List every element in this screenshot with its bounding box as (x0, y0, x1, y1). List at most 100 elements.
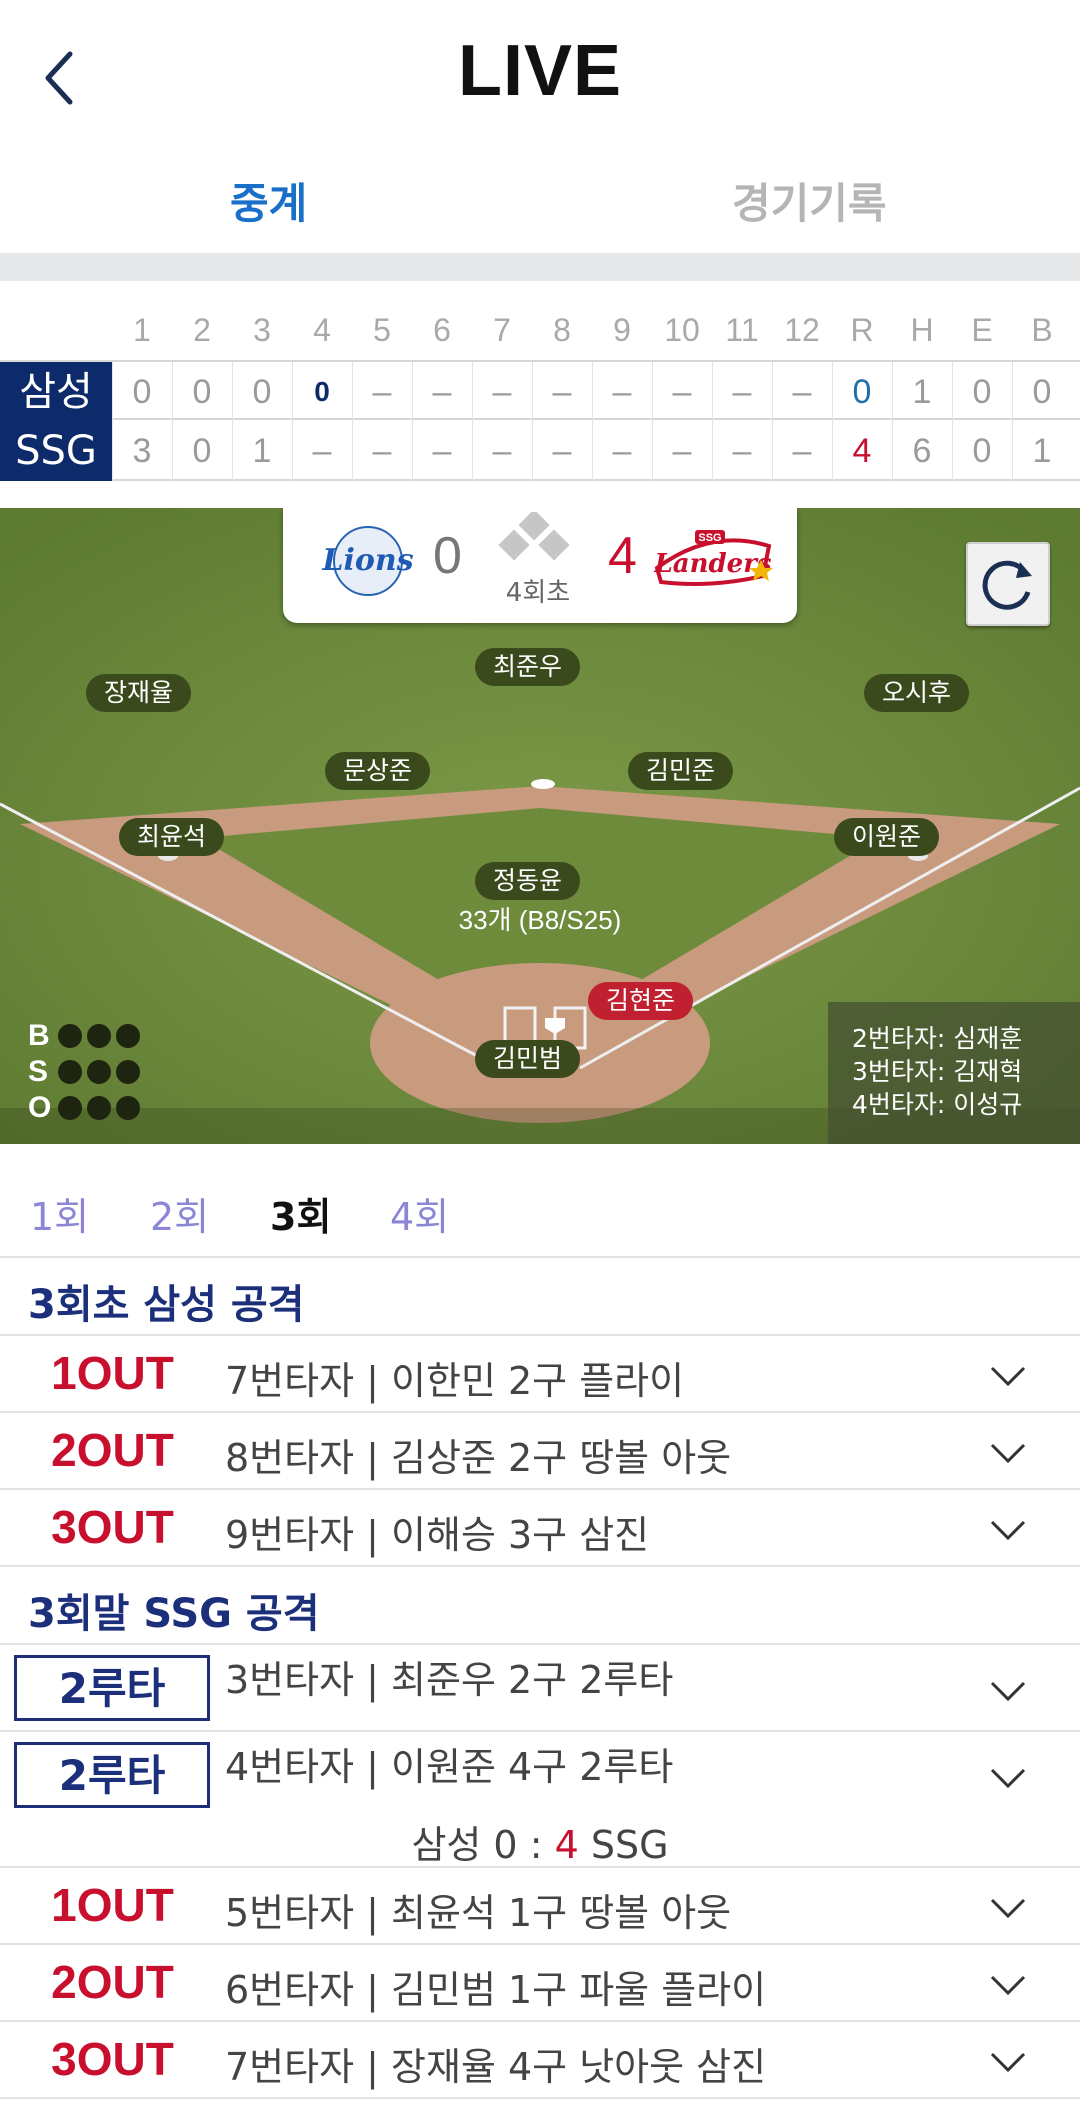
play-row[interactable]: 2OUT 8번타자 | 김상준 2구 땅볼 아웃 (0, 1413, 1080, 1490)
fielder-shortstop: 문상준 (325, 752, 431, 790)
scoreboard-cell: 0 (972, 432, 992, 470)
play-row[interactable]: 2루타 4번타자 | 이원준 4구 2루타 삼성 0 : 4 SSG (0, 1732, 1080, 1868)
play-row[interactable]: 3OUT 9번타자 | 이해승 3구 삼진 (0, 1490, 1080, 1567)
bso-counter: B S O (28, 1018, 168, 1126)
lions-logo-icon: Lions (321, 526, 414, 596)
svg-text:SSG: SSG (698, 532, 721, 544)
scoreboard-cell: 1 (912, 373, 932, 411)
scoreboard-column-header: 2 (193, 312, 211, 348)
scoreboard-column-header: 6 (433, 312, 451, 348)
pitch-count: 33개 (B8/S25) (458, 905, 622, 935)
scoreboard-column-header: 7 (493, 312, 511, 348)
chevron-down-icon[interactable] (988, 1439, 1028, 1467)
scoreboard-cell: 0 (192, 432, 212, 470)
scoreboard-cell: – (492, 373, 512, 411)
scoreboard-cell: 0 (192, 373, 212, 411)
header: LIVE (0, 0, 1080, 155)
fielder-right: 오시후 (864, 674, 970, 712)
away-team-label: 삼성 (0, 362, 112, 422)
inning-tab-4[interactable]: 4회 (390, 1186, 449, 1241)
section-header-bottom: 3회말 SSG 공격 (0, 1567, 1080, 1645)
scoreboard-cell: 0 (314, 376, 330, 407)
scoreboard-column-header: 1 (133, 312, 151, 348)
scoreboard-cell: – (372, 373, 392, 411)
pitcher: 정동윤 (475, 862, 581, 900)
next-batter: 4번타자: 이성규 (852, 1090, 1023, 1119)
play-row[interactable]: 2루타 3번타자 | 최준우 2구 2루타 (0, 1645, 1080, 1732)
inning-tabs: 1회 2회 3회 4회 (0, 1180, 1080, 1258)
strike-count: S (28, 1054, 168, 1090)
scoreboard-column-header: 5 (373, 312, 391, 348)
scoreboard-column-header: 10 (664, 312, 700, 348)
scoreboard-column-header: B (1031, 312, 1053, 348)
scoreboard-cell: 1 (1032, 432, 1052, 470)
scoreboard-cell: 0 (132, 373, 152, 411)
page-title: LIVE (457, 31, 623, 111)
scoreboard-cell: – (552, 432, 572, 470)
scoreboard-cell: 4 (852, 432, 872, 470)
scoreboard-cell: – (432, 373, 452, 411)
scoreboard-home-row: SSG 3 0 1 – – – – – – – – – 4 6 0 1 (0, 421, 1080, 481)
scoreboard-cell: 6 (912, 432, 932, 470)
ball-count: B (28, 1018, 168, 1054)
scoreboard-away-row: 삼성 0 0 0 0 – – – – – – – – 0 1 0 0 (0, 360, 1080, 422)
fielder-center: 최준우 (475, 648, 581, 686)
fielder-left: 장재율 (86, 674, 192, 712)
score-card: Lions 0 4회초 4 SSG Landers (283, 508, 797, 623)
scoreboard-cell: 0 (252, 373, 272, 411)
next-batters-panel: 2번타자: 심재훈 3번타자: 김재혁 4번타자: 이성규 (828, 1002, 1080, 1144)
play-row[interactable]: 1OUT 7번타자 | 이한민 2구 플라이 (0, 1336, 1080, 1413)
inning-tab-2[interactable]: 2회 (150, 1186, 209, 1241)
chevron-down-icon[interactable] (988, 1894, 1028, 1922)
tab-broadcast[interactable]: 중계 (230, 170, 307, 231)
baseball-field: Lions 0 4회초 4 SSG Landers 장재율 최준우 오시후 문상… (0, 508, 1080, 1144)
divider (0, 253, 1080, 281)
current-inning: 4회초 (505, 578, 571, 608)
scoreboard-cell: 3 (132, 432, 152, 470)
scoreboard-cell: – (732, 373, 752, 411)
scoreboard-column-header: H (910, 312, 934, 348)
scoreboard-cell: 0 (1032, 373, 1052, 411)
out-count: O (28, 1090, 168, 1126)
scoreboard-cell: – (552, 373, 572, 411)
tab-game-record[interactable]: 경기기록 (732, 170, 887, 231)
scoreboard-cell: – (672, 373, 692, 411)
scoreboard-column-header: 9 (613, 312, 631, 348)
scoreboard-cell: 1 (252, 432, 272, 470)
svg-text:Lions: Lions (321, 543, 413, 578)
refresh-button[interactable] (966, 542, 1050, 626)
current-batter: 김현준 (588, 982, 694, 1020)
chevron-down-icon[interactable] (988, 1971, 1028, 1999)
scoreboard-column-header: 12 (784, 312, 820, 348)
fielder-third-base: 최윤석 (119, 818, 225, 856)
play-row[interactable]: 2OUT 6번타자 | 김민범 1구 파울 플라이 (0, 1945, 1080, 2022)
scoreboard-cell: – (432, 432, 452, 470)
catcher: 김민범 (475, 1040, 581, 1078)
chevron-down-icon[interactable] (988, 1362, 1028, 1390)
inning-tab-3[interactable]: 3회 (270, 1186, 331, 1241)
scoreboard-cell: – (792, 373, 812, 411)
scoreboard-column-header: 3 (253, 312, 271, 348)
home-team-label: SSG (0, 421, 112, 481)
chevron-down-icon[interactable] (988, 1764, 1028, 1792)
scoreboard-cell: – (492, 432, 512, 470)
tab-bar: 중계 경기기록 (0, 160, 1080, 250)
svg-text:Landers: Landers (653, 549, 771, 579)
scoreboard-cell: – (312, 432, 332, 470)
scoreboard-cell: – (612, 373, 632, 411)
inning-tab-1[interactable]: 1회 (30, 1186, 89, 1241)
chevron-down-icon[interactable] (988, 2048, 1028, 2076)
home-score: 4 (608, 527, 637, 585)
play-row[interactable]: 3OUT 7번타자 | 장재율 4구 낫아웃 삼진 (0, 2022, 1080, 2099)
scoreboard-column-header: 8 (553, 312, 571, 348)
play-row[interactable]: 1OUT 5번타자 | 최윤석 1구 땅볼 아웃 (0, 1868, 1080, 1945)
section-header-top: 3회초 삼성 공격 (0, 1258, 1080, 1336)
scoreboard-cell: 0 (972, 373, 992, 411)
next-batter: 3번타자: 김재혁 (852, 1057, 1023, 1086)
landers-logo-icon: SSG Landers (653, 530, 773, 586)
chevron-down-icon[interactable] (988, 1516, 1028, 1544)
chevron-down-icon[interactable] (988, 1677, 1028, 1705)
scoreboard-cell: – (672, 432, 692, 470)
fielder-second-base: 김민준 (628, 752, 734, 790)
scoreboard-column-header: R (850, 312, 874, 348)
